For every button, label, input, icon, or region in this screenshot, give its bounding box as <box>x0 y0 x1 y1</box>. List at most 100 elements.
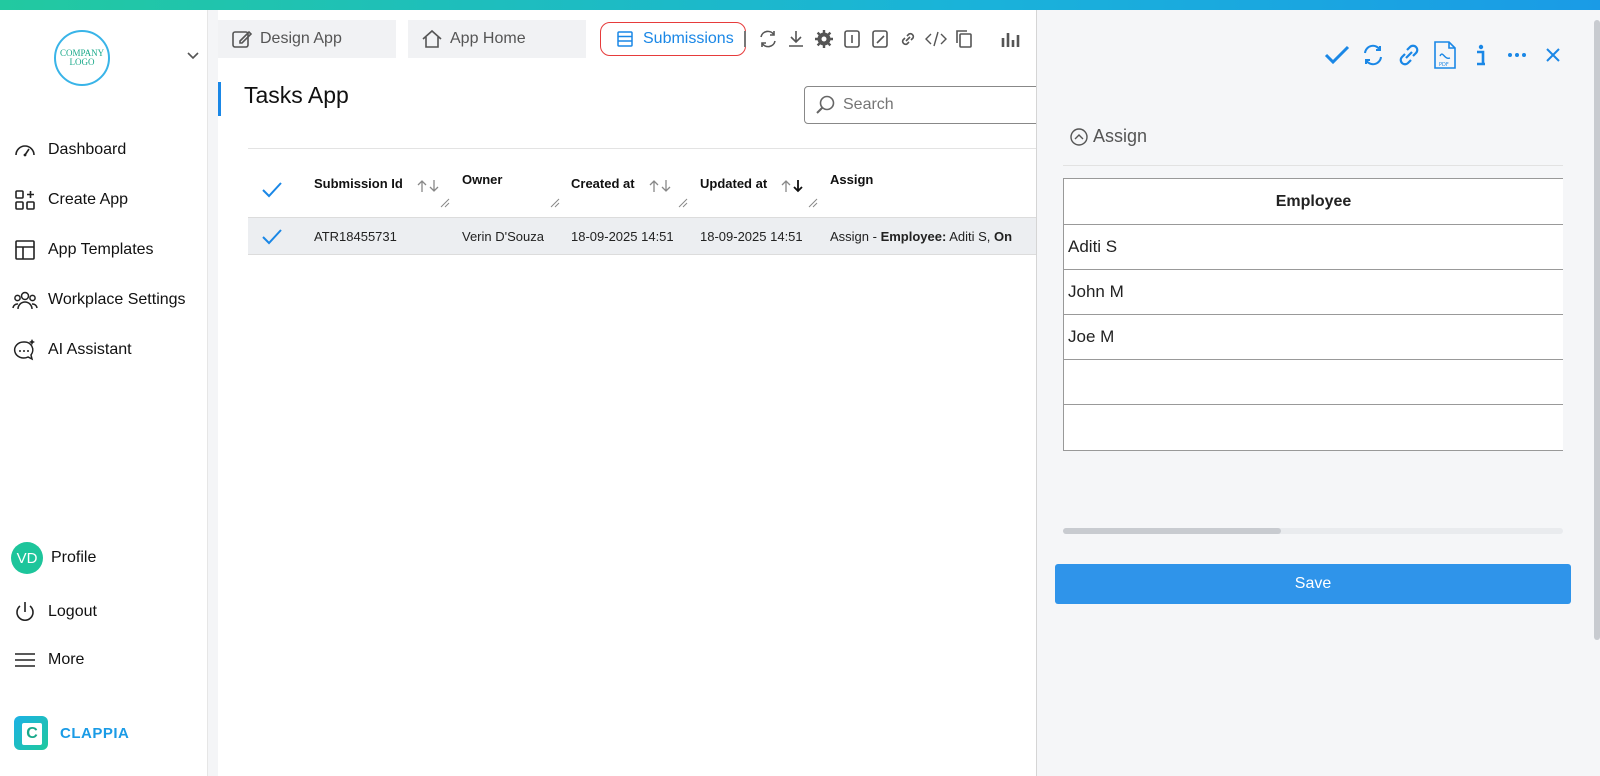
sidebar-item-label: Logout <box>48 603 97 620</box>
column-resize-handle[interactable] <box>440 198 450 208</box>
svg-text:PDF: PDF <box>1439 62 1449 68</box>
column-resize-handle[interactable] <box>678 198 688 208</box>
sidebar-item-label: Profile <box>51 549 97 566</box>
top-gradient-bar <box>0 0 1600 10</box>
chevron-down-icon[interactable] <box>186 48 200 62</box>
grid-header: Employee <box>1064 179 1563 225</box>
gear-icon[interactable] <box>812 27 836 51</box>
hamburger-icon <box>12 647 38 673</box>
select-all-checkmark-icon[interactable] <box>260 178 284 202</box>
sort-arrows-icon[interactable] <box>415 178 441 194</box>
grid-cell[interactable] <box>1064 360 1563 405</box>
row-checkmark-icon[interactable] <box>260 225 284 249</box>
section-title: Assign <box>1093 126 1148 146</box>
divider <box>248 148 1048 149</box>
divider <box>1063 165 1563 166</box>
avatar: VD <box>11 542 43 574</box>
page-title: Tasks App <box>244 82 349 108</box>
column-header-created-at[interactable]: Created at <box>571 172 673 194</box>
list-icon <box>613 27 637 51</box>
templates-icon <box>12 237 38 263</box>
toolbar-divider <box>744 31 746 47</box>
download-icon[interactable] <box>784 27 808 51</box>
pdf-icon[interactable]: PDF <box>1432 40 1458 70</box>
tab-label: App Home <box>450 30 526 47</box>
approve-check-icon[interactable] <box>1324 40 1350 70</box>
sidebar-item-label: Dashboard <box>48 141 127 158</box>
table-header: Submission Id Owner Created at Updated a… <box>248 158 1048 216</box>
tab-app-home[interactable]: App Home <box>408 20 586 58</box>
brand-name: CLAPPIA <box>60 724 130 742</box>
sidebar-item-more[interactable]: More <box>12 645 84 675</box>
code-icon[interactable] <box>924 27 948 51</box>
users-icon <box>12 287 38 313</box>
cell-created-at: 18-09-2025 14:51 <box>571 229 674 244</box>
refresh-icon[interactable] <box>1360 40 1386 70</box>
search-icon <box>816 95 835 114</box>
cell-updated-at: 18-09-2025 14:51 <box>700 229 803 244</box>
search-input[interactable] <box>843 96 1023 114</box>
close-icon[interactable] <box>1540 40 1566 70</box>
table-row[interactable]: ATR18455731 Verin D'Souza 18-09-2025 14:… <box>248 217 1048 255</box>
sidebar-item-label: Workplace Settings <box>48 291 186 308</box>
sidebar-item-label: Create App <box>48 191 129 208</box>
column-resize-handle[interactable] <box>808 198 818 208</box>
grid-cell[interactable]: Joe M <box>1064 315 1563 360</box>
edit-icon <box>230 27 254 51</box>
tab-label: Submissions <box>643 30 734 47</box>
column-header-owner[interactable]: Owner <box>462 172 502 187</box>
grid-cell[interactable] <box>1064 405 1563 450</box>
submission-detail-panel: PDF Assign Employee Aditi S John M Joe M… <box>1036 10 1600 776</box>
collapse-circle-icon[interactable] <box>1069 127 1089 147</box>
save-button[interactable]: Save <box>1055 564 1571 604</box>
tab-design-app[interactable]: Design App <box>218 20 396 58</box>
sidebar-item-label: AI Assistant <box>48 341 132 358</box>
title-accent <box>218 82 221 116</box>
create-app-icon <box>12 187 38 213</box>
vertical-scrollbar[interactable] <box>1594 20 1600 640</box>
column-header-submission-id[interactable]: Submission Id <box>314 172 441 194</box>
analytics-icon[interactable] <box>998 27 1022 51</box>
more-horizontal-icon[interactable] <box>1504 40 1530 70</box>
home-icon <box>420 27 444 51</box>
sidebar-item-create-app[interactable]: Create App <box>12 185 128 215</box>
refresh-icon[interactable] <box>756 27 780 51</box>
panel-actions: PDF <box>1324 40 1566 70</box>
link-icon[interactable] <box>1396 40 1422 70</box>
dashboard-gauge-icon <box>12 137 38 163</box>
section-header-assign[interactable]: Assign <box>1069 126 1147 147</box>
search-box[interactable] <box>804 86 1044 124</box>
tab-submissions[interactable]: Submissions <box>600 22 746 56</box>
column-header-assign[interactable]: Assign <box>830 172 873 187</box>
grid-cell[interactable]: John M <box>1064 270 1563 315</box>
company-logo[interactable]: COMPANY LOGO <box>54 30 110 86</box>
print-template-icon[interactable] <box>840 27 864 51</box>
cell-submission-id: ATR18455731 <box>314 229 397 244</box>
sort-desc-icon[interactable] <box>779 178 805 194</box>
sort-arrows-icon[interactable] <box>647 178 673 194</box>
link-icon[interactable] <box>896 27 920 51</box>
scrollbar-thumb[interactable] <box>1063 528 1281 534</box>
sidebar-item-dashboard[interactable]: Dashboard <box>12 135 126 165</box>
brand: CLAPPIA <box>14 716 129 750</box>
sidebar-item-logout[interactable]: Logout <box>12 597 97 627</box>
info-icon[interactable] <box>1468 40 1494 70</box>
clappia-logo-icon <box>14 716 48 750</box>
sidebar: COMPANY LOGO Dashboard Create App App Te… <box>0 10 208 776</box>
copy-icon[interactable] <box>952 27 976 51</box>
edit-document-icon[interactable] <box>868 27 892 51</box>
horizontal-scrollbar[interactable] <box>1063 528 1563 534</box>
grid-cell[interactable]: Aditi S <box>1064 225 1563 270</box>
main-content: Design App App Home Submissions Tasks Ap… <box>218 10 1048 776</box>
sidebar-item-ai-assistant[interactable]: AI Assistant <box>12 335 132 365</box>
sidebar-item-profile[interactable]: VD Profile <box>11 541 96 575</box>
employee-grid: Employee Aditi S John M Joe M <box>1063 178 1563 451</box>
power-icon <box>12 599 38 625</box>
column-header-updated-at[interactable]: Updated at <box>700 172 805 194</box>
column-resize-handle[interactable] <box>550 198 560 208</box>
sidebar-item-workplace-settings[interactable]: Workplace Settings <box>12 285 186 315</box>
cell-owner: Verin D'Souza <box>462 229 544 244</box>
sidebar-item-app-templates[interactable]: App Templates <box>12 235 154 265</box>
cell-assign: Assign - Employee: Aditi S, On <box>830 229 1013 244</box>
submissions-toolbar <box>738 20 1022 58</box>
